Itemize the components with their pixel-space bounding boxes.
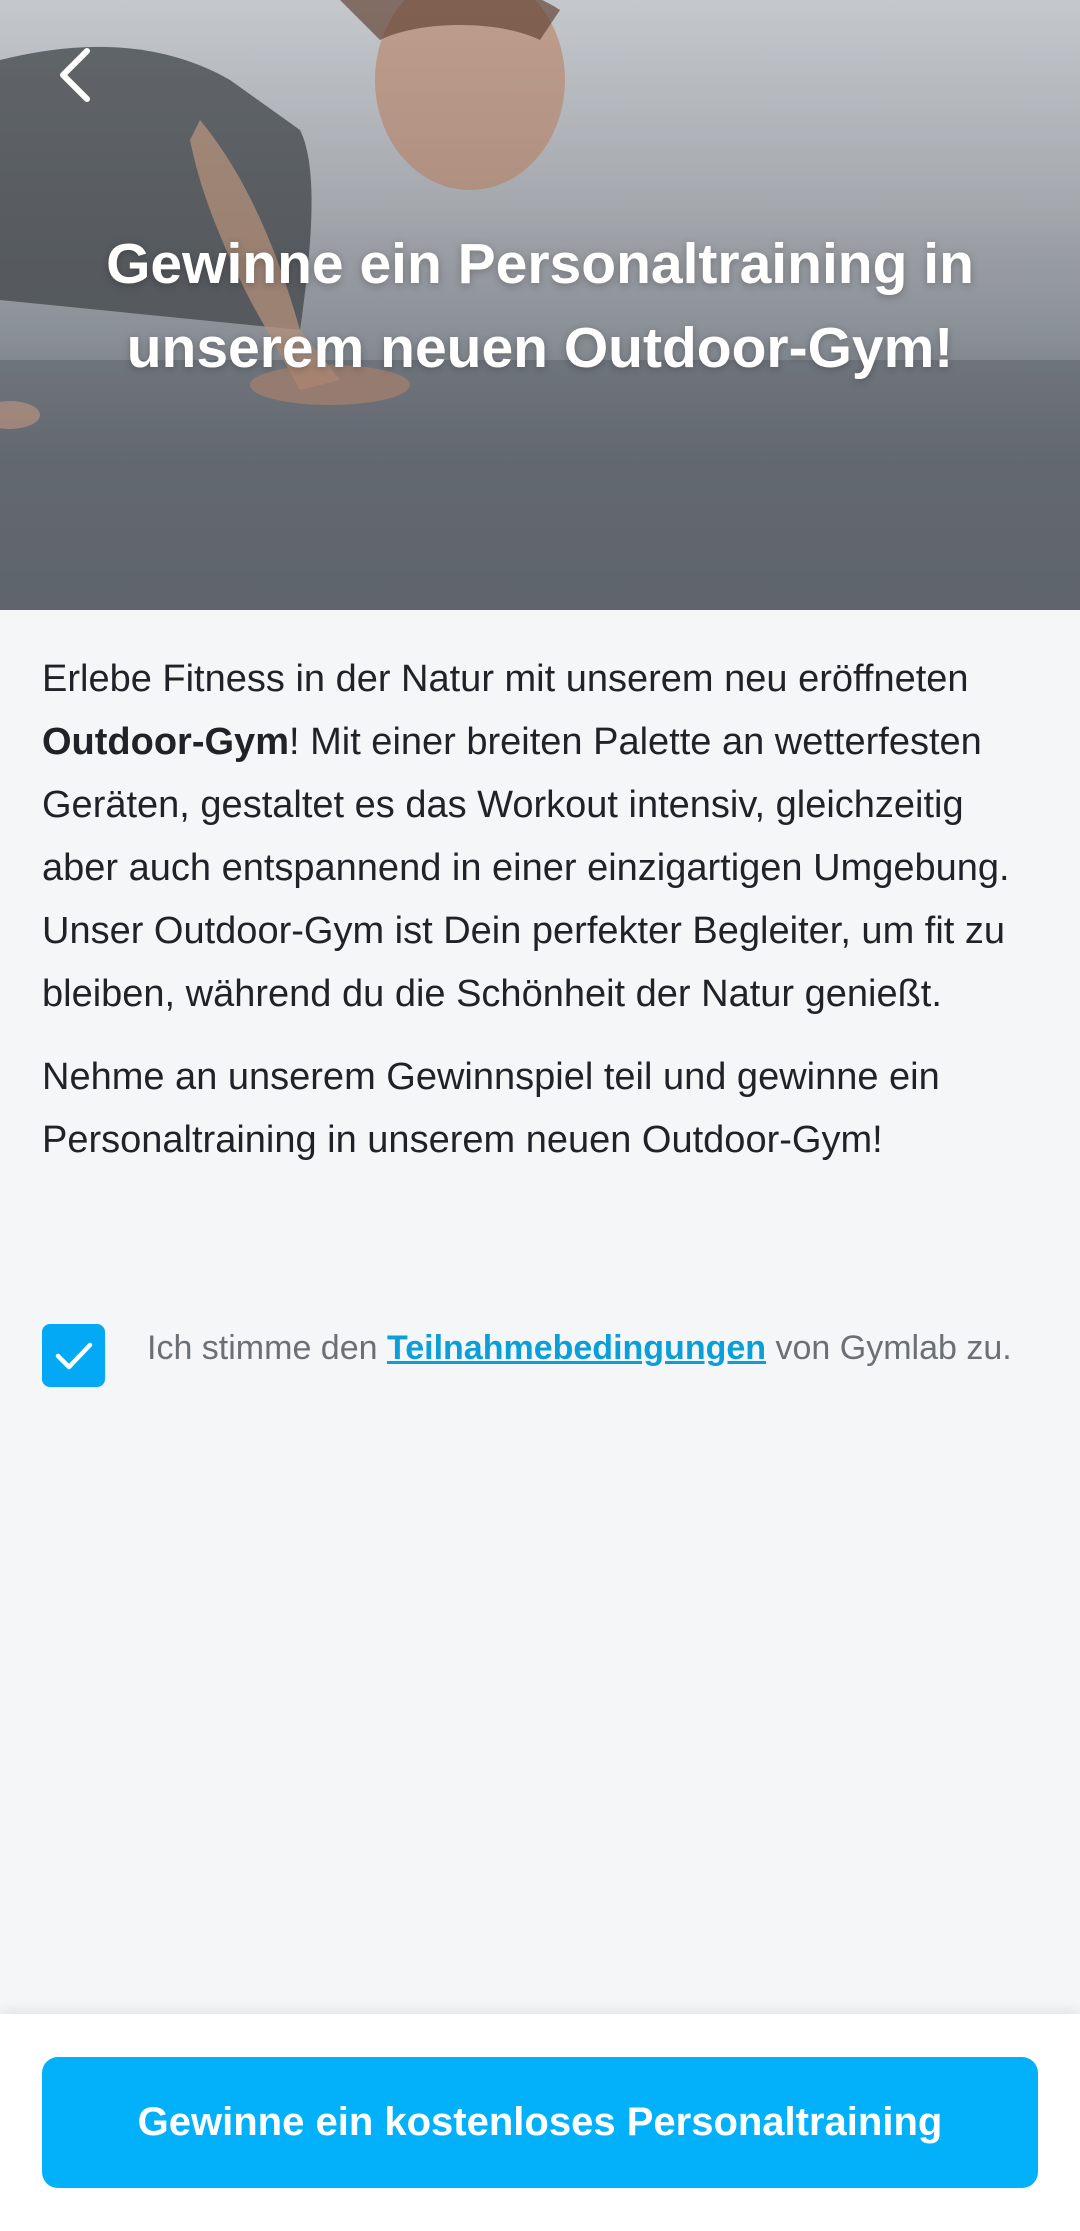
paragraph-1-rest: ! Mit einer breiten Palette an wetterfes… <box>42 721 1010 1015</box>
description-paragraph-2: Nehme an unserem Gewinnspiel teil und ge… <box>42 1056 940 1161</box>
hero-banner: Gewinne ein Personaltraining in unserem … <box>0 0 1080 610</box>
description: Erlebe Fitness in der Natur mit unserem … <box>42 648 1042 1172</box>
consent-text-before: Ich stimme den <box>147 1329 387 1367</box>
paragraph-1-highlight: Outdoor-Gym <box>42 721 289 763</box>
paragraph-1-intro: Erlebe Fitness in der Natur mit unserem … <box>42 658 969 700</box>
chevron-left-icon <box>60 48 90 102</box>
terms-consent-label: Ich stimme den Teilnahmebedingungen von … <box>147 1322 1027 1375</box>
terms-consent: Ich stimme den Teilnahmebedingungen von … <box>42 1322 1042 1432</box>
description-paragraph-1: Erlebe Fitness in der Natur mit unserem … <box>42 648 1042 1026</box>
contest-screen: Gewinne ein Personaltraining in unserem … <box>0 0 1080 2231</box>
checkmark-icon <box>55 1342 92 1369</box>
page-title: Gewinne ein Personaltraining in unserem … <box>106 232 974 380</box>
terms-link[interactable]: Teilnahmebedingungen <box>387 1329 766 1367</box>
win-training-button[interactable]: Gewinne ein kostenloses Personaltraining <box>42 2057 1038 2188</box>
terms-checkbox[interactable] <box>42 1324 105 1387</box>
back-button[interactable] <box>40 40 110 110</box>
bottom-action-bar: Gewinne ein kostenloses Personaltraining <box>0 2014 1080 2231</box>
consent-text-after: von Gymlab zu. <box>766 1329 1012 1367</box>
